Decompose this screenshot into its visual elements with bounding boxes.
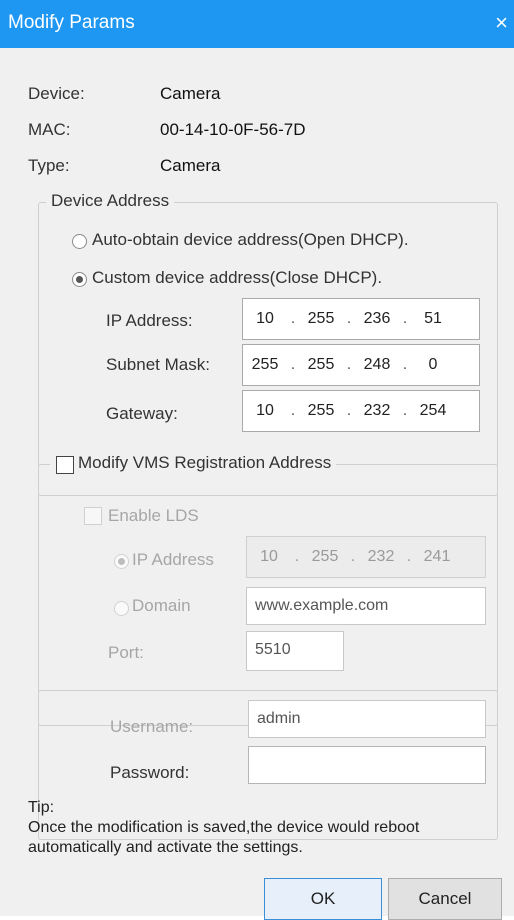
vms-ip-input[interactable]: 10. 255. 232. 241 [246, 536, 486, 578]
ip-separator: . [290, 310, 296, 327]
custom-address-label[interactable]: Custom device address(Close DHCP). [92, 268, 382, 288]
tip-heading: Tip: [28, 799, 55, 816]
vms-legend-label: Modify VMS Registration Address [78, 453, 332, 472]
vms-checkbox[interactable] [56, 456, 74, 474]
username-label: Username: [110, 717, 194, 736]
ip-separator: . [346, 310, 352, 327]
gateway-octet-3: 232 [363, 402, 391, 419]
vms-ip-octet-2: 255 [311, 548, 339, 565]
radio-selected-dot [118, 558, 125, 565]
ip-octet-1: 10 [256, 310, 274, 327]
password-label: Password: [110, 763, 190, 782]
ip-separator: . [290, 402, 296, 419]
type-value: Camera [160, 156, 221, 175]
port-input[interactable]: 5510 [246, 631, 344, 671]
domain-radio[interactable] [114, 601, 129, 616]
ip-separator: . [346, 402, 352, 419]
domain-option-label: Domain [132, 596, 191, 615]
vms-ip-radio[interactable] [114, 554, 129, 569]
tip-line-2: automatically and activate the settings. [28, 839, 303, 856]
ip-separator: . [402, 310, 408, 327]
gateway-octet-2: 255 [307, 402, 335, 419]
subnet-mask-input[interactable]: 255. 255. 248. 0 [242, 344, 480, 386]
mac-value: 00-14-10-0F-56-7D [160, 120, 306, 139]
password-input[interactable] [248, 746, 486, 784]
ip-separator: . [406, 548, 412, 565]
device-value: Camera [160, 84, 221, 103]
mask-octet-2: 255 [307, 356, 335, 373]
mac-label: MAC: [28, 120, 71, 139]
mask-octet-4: 0 [428, 356, 438, 373]
ip-address-input[interactable]: 10. 255. 236. 51 [242, 298, 480, 340]
ip-separator: . [350, 548, 356, 565]
vms-ip-option-label: IP Address [132, 550, 214, 569]
window-title: Modify Params [8, 12, 135, 33]
tip-line-1: Once the modification is saved,the devic… [28, 819, 420, 836]
ip-separator: . [290, 356, 296, 373]
ip-address-label: IP Address: [106, 311, 193, 330]
mask-octet-3: 248 [363, 356, 391, 373]
type-label: Type: [28, 156, 70, 175]
dialog-body: Device: Camera MAC: 00-14-10-0F-56-7D Ty… [0, 48, 514, 920]
ip-octet-4: 51 [424, 310, 442, 327]
radio-selected-dot [76, 276, 83, 283]
vms-ip-octet-3: 232 [367, 548, 395, 565]
vms-ip-octet-1: 10 [260, 548, 278, 565]
domain-input[interactable]: www.example.com [246, 587, 486, 625]
enable-lds-label: Enable LDS [108, 506, 199, 525]
ip-separator: . [346, 356, 352, 373]
gateway-label: Gateway: [106, 404, 178, 423]
gateway-input[interactable]: 10. 255. 232. 254 [242, 390, 480, 432]
cancel-button[interactable]: Cancel [388, 878, 502, 920]
auto-dhcp-label[interactable]: Auto-obtain device address(Open DHCP). [92, 230, 409, 250]
username-input[interactable]: admin [248, 700, 486, 738]
ip-octet-3: 236 [363, 310, 391, 327]
port-value: 5510 [255, 641, 291, 658]
tip-text: Tip: Once the modification is saved,the … [28, 798, 419, 858]
device-label: Device: [28, 84, 85, 103]
ip-separator: . [294, 548, 300, 565]
vms-legend: Modify VMS Registration Address [50, 453, 337, 475]
ip-octet-2: 255 [307, 310, 335, 327]
enable-lds-checkbox[interactable] [84, 507, 102, 525]
title-bar: Modify Params × [0, 0, 514, 48]
vms-ip-octet-4: 241 [423, 548, 451, 565]
username-value: admin [257, 710, 301, 727]
subnet-mask-label: Subnet Mask: [106, 355, 210, 374]
mask-octet-1: 255 [251, 356, 279, 373]
auto-dhcp-radio[interactable] [72, 234, 87, 249]
domain-value: www.example.com [255, 597, 389, 614]
close-icon[interactable]: × [495, 10, 508, 36]
ip-separator: . [402, 356, 408, 373]
gateway-octet-4: 254 [419, 402, 447, 419]
device-address-legend: Device Address [46, 191, 175, 211]
port-label: Port: [108, 643, 144, 662]
ip-separator: . [402, 402, 408, 419]
gateway-octet-1: 10 [256, 402, 274, 419]
custom-address-radio[interactable] [72, 272, 87, 287]
ok-button[interactable]: OK [264, 878, 382, 920]
